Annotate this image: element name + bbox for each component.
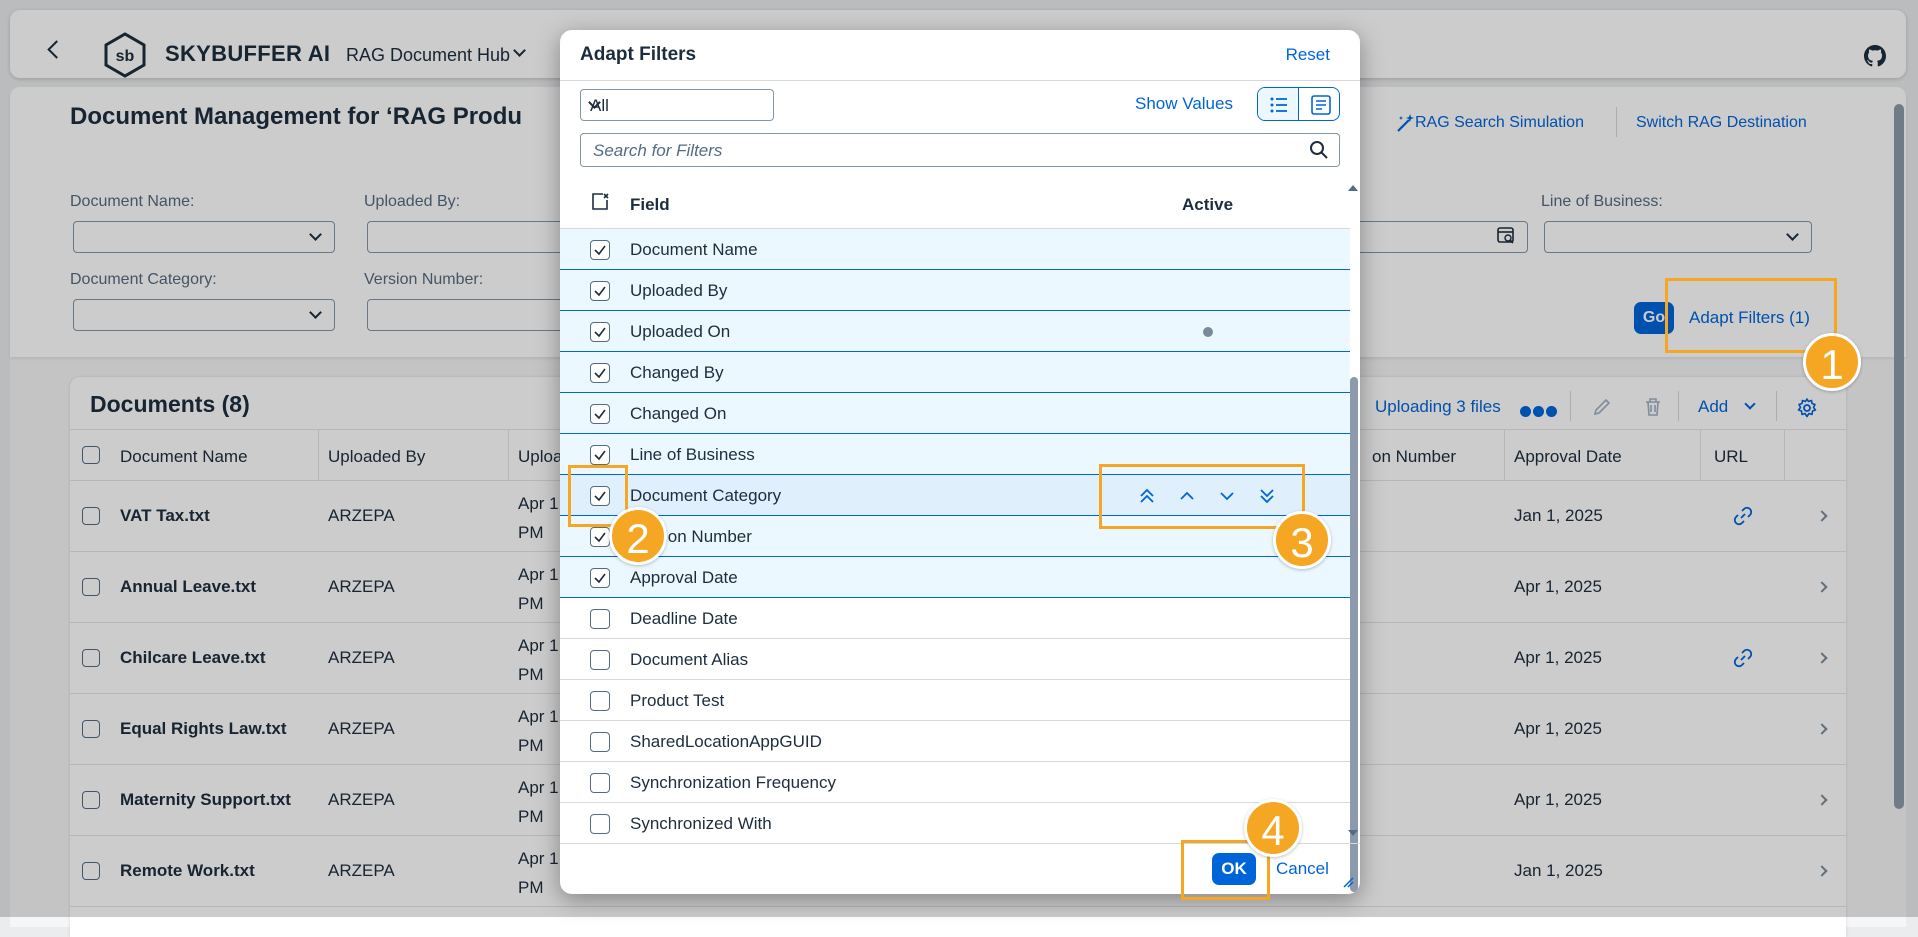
field-row[interactable]: Approval Date (560, 557, 1350, 598)
field-row[interactable]: Changed By (560, 352, 1350, 393)
field-column-header: Field (630, 195, 670, 214)
group-view-icon[interactable] (1310, 94, 1332, 116)
field-row[interactable]: Uploaded By (560, 270, 1350, 311)
field-row[interactable]: Deadline Date (560, 598, 1350, 639)
field-row[interactable]: Changed On (560, 393, 1350, 434)
view-select[interactable]: All (580, 89, 774, 121)
field-label: Approval Date (630, 568, 738, 587)
active-column-header: Active (1182, 195, 1234, 214)
field-checkbox[interactable] (590, 691, 610, 711)
list-header: Field Active (560, 177, 1350, 229)
list-scrollbar[interactable] (1346, 177, 1360, 892)
view-mode-toggle[interactable] (1257, 87, 1340, 121)
field-row[interactable]: Document Alias (560, 639, 1350, 680)
field-row[interactable]: Synchronization Frequency (560, 762, 1350, 803)
field-label: Document Name (630, 240, 758, 259)
step-badge-3: 3 (1273, 511, 1331, 569)
scroll-up-icon[interactable] (1348, 185, 1358, 191)
field-row[interactable]: Document Name (560, 229, 1350, 270)
field-label: Changed By (630, 363, 724, 382)
scroll-thumb[interactable] (1350, 377, 1358, 892)
step-badge-4: 4 (1244, 799, 1302, 857)
field-label: Uploaded On (630, 322, 731, 341)
deselect-all-icon[interactable] (590, 192, 610, 212)
field-checkbox[interactable] (590, 609, 610, 629)
field-label: Product Test (630, 691, 725, 710)
field-label: Document Category (630, 486, 782, 505)
field-checkbox[interactable] (590, 322, 610, 342)
field-checkbox[interactable] (590, 814, 610, 834)
field-checkbox[interactable] (590, 732, 610, 752)
field-label: Deadline Date (630, 609, 738, 628)
reset-button[interactable]: Reset (1286, 45, 1330, 65)
field-checkbox[interactable] (590, 404, 610, 424)
field-label: Changed On (630, 404, 727, 423)
field-row[interactable]: Synchronized With (560, 803, 1350, 843)
field-checkbox[interactable] (590, 650, 610, 670)
scroll-down-icon[interactable] (1348, 830, 1358, 836)
active-indicator-icon (1203, 327, 1213, 337)
field-label: Synchronized With (630, 814, 772, 833)
search-icon[interactable] (1309, 140, 1329, 160)
list-icon (1270, 97, 1287, 113)
field-label: SharedLocationAppGUID (630, 732, 822, 751)
filter-search-input[interactable]: Search for Filters (580, 133, 1340, 167)
field-checkbox[interactable] (590, 240, 610, 260)
step-badge-2: 2 (609, 507, 667, 565)
highlight-move-buttons (1099, 464, 1305, 529)
search-placeholder: Search for Filters (593, 141, 723, 160)
field-row[interactable]: Product Test (560, 680, 1350, 721)
field-checkbox[interactable] (590, 568, 610, 588)
field-row[interactable]: SharedLocationAppGUID (560, 721, 1350, 762)
field-checkbox[interactable] (590, 773, 610, 793)
field-label: Synchronization Frequency (630, 773, 837, 792)
field-row[interactable]: Uploaded On (560, 311, 1350, 352)
adapt-filters-dialog: Adapt Filters Reset All Show Values Sear… (560, 30, 1360, 894)
cancel-button[interactable]: Cancel (1276, 859, 1329, 879)
field-checkbox[interactable] (590, 281, 610, 301)
field-label: Uploaded By (630, 281, 728, 300)
resize-handle-icon[interactable] (1342, 876, 1354, 888)
field-checkbox[interactable] (590, 527, 610, 547)
step-badge-1: 1 (1803, 333, 1861, 391)
divider (560, 80, 1360, 81)
show-values-button[interactable]: Show Values (1135, 94, 1233, 114)
field-checkbox[interactable] (590, 445, 610, 465)
field-label: Line of Business (630, 445, 755, 464)
field-label: Document Alias (630, 650, 749, 669)
dialog-title: Adapt Filters (580, 44, 697, 65)
field-checkbox[interactable] (590, 363, 610, 383)
